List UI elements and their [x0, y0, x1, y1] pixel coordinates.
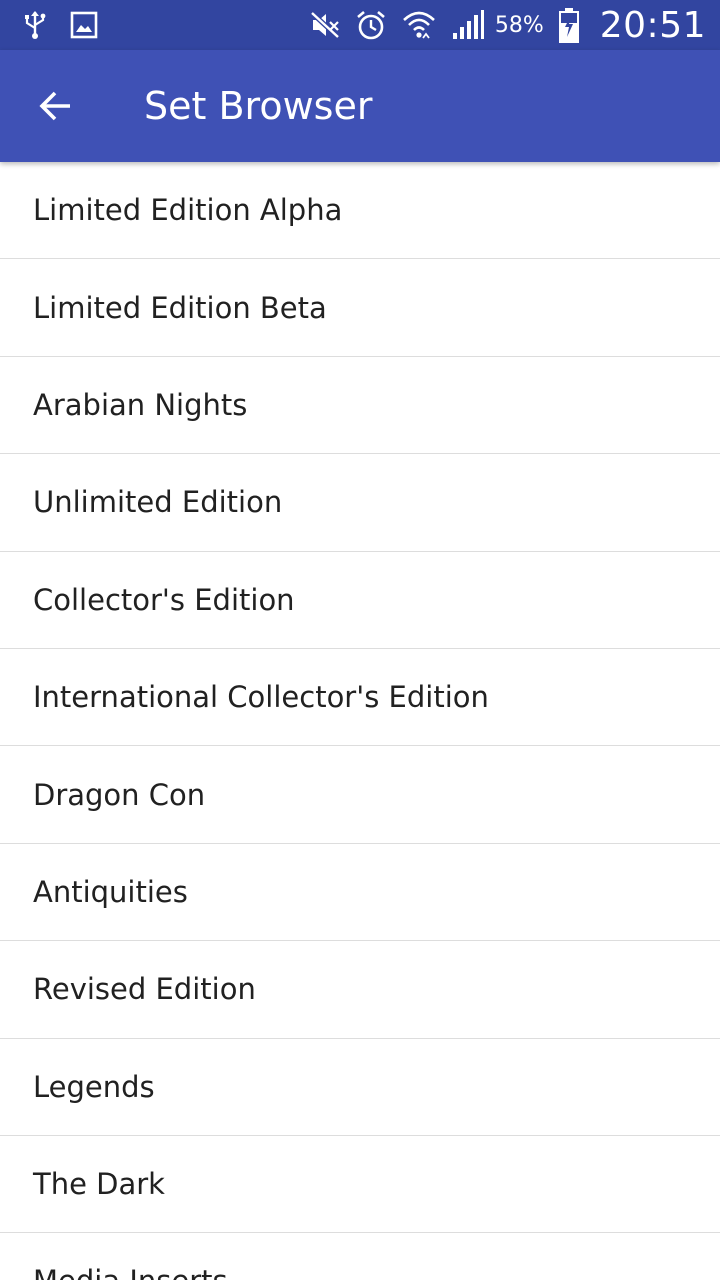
clock: 20:51	[599, 4, 706, 46]
app-bar: Set Browser	[0, 50, 720, 162]
set-item-international-collectors-edition[interactable]: International Collector's Edition	[0, 649, 720, 747]
status-right-group: 58% 20:51	[309, 5, 706, 46]
set-list: Limited Edition Alpha Limited Edition Be…	[0, 162, 720, 1280]
status-left-group	[22, 10, 98, 40]
set-item-collectors-edition[interactable]: Collector's Edition	[0, 552, 720, 649]
battery-charging-icon	[558, 7, 580, 43]
signal-icon	[451, 9, 485, 41]
set-item-dragon-con[interactable]: Dragon Con	[0, 746, 720, 844]
wifi-icon	[401, 8, 437, 42]
set-item-media-inserts[interactable]: Media Inserts	[0, 1233, 720, 1280]
set-item-limited-edition-alpha[interactable]: Limited Edition Alpha	[0, 162, 720, 260]
alarm-icon	[355, 9, 387, 41]
page-title: Set Browser	[144, 84, 373, 128]
image-icon	[70, 11, 98, 39]
usb-icon	[22, 10, 48, 40]
set-item-the-dark[interactable]: The Dark	[0, 1136, 720, 1234]
mute-icon	[309, 10, 341, 40]
back-button[interactable]	[24, 74, 88, 138]
set-item-unlimited-edition[interactable]: Unlimited Edition	[0, 454, 720, 552]
set-item-antiquities[interactable]: Antiquities	[0, 844, 720, 942]
set-item-arabian-nights[interactable]: Arabian Nights	[0, 357, 720, 455]
set-item-legends[interactable]: Legends	[0, 1039, 720, 1136]
set-item-revised-edition[interactable]: Revised Edition	[0, 941, 720, 1039]
set-item-limited-edition-beta[interactable]: Limited Edition Beta	[0, 259, 720, 357]
status-bar: 58% 20:51	[0, 0, 720, 50]
battery-percent: 58%	[494, 12, 544, 38]
arrow-back-icon	[39, 91, 70, 121]
